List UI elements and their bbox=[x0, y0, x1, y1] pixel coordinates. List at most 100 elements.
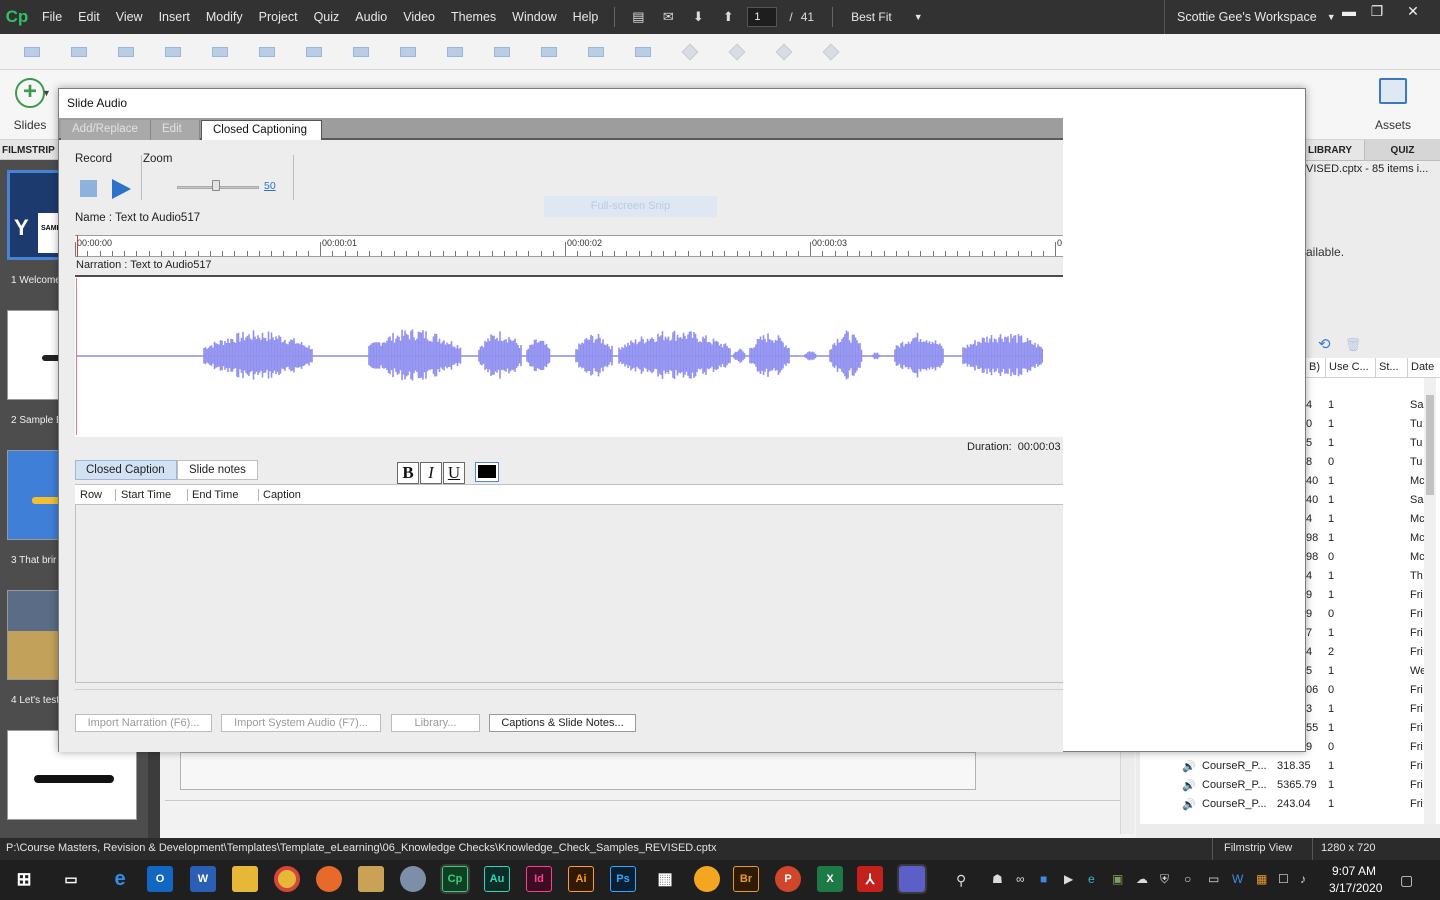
tab-library[interactable]: LIBRARY bbox=[1306, 140, 1364, 160]
clock-time[interactable]: 9:07 AM bbox=[1332, 864, 1376, 878]
file-explorer-icon[interactable] bbox=[232, 866, 258, 892]
menu-edit[interactable]: Edit bbox=[70, 10, 108, 24]
menu-window[interactable]: Window bbox=[504, 10, 564, 24]
menu-insert[interactable]: Insert bbox=[151, 10, 198, 24]
clock-date[interactable]: 3/17/2020 bbox=[1329, 881, 1382, 895]
bridge-icon[interactable]: Br bbox=[733, 866, 759, 892]
menu-themes[interactable]: Themes bbox=[443, 10, 504, 24]
indesign-icon[interactable]: Id bbox=[526, 866, 552, 892]
workspace-switcher[interactable]: Scottie Gee's Workspace ▼ bbox=[1164, 0, 1336, 34]
menu-modify[interactable]: Modify bbox=[198, 10, 251, 24]
playhead-marker[interactable] bbox=[77, 235, 78, 257]
restore-button[interactable]: ❐ bbox=[1362, 0, 1392, 22]
playhead-line[interactable] bbox=[76, 278, 77, 435]
table-row[interactable]: 🔊 CourseR_P... 318.35 1 Fri bbox=[1140, 758, 1424, 777]
page-number-input[interactable] bbox=[747, 7, 778, 27]
column-start-time[interactable]: Start Time bbox=[121, 489, 171, 501]
captions-slide-notes-button[interactable]: Captions & Slide Notes... bbox=[489, 714, 636, 732]
align-left-icon[interactable] bbox=[21, 42, 43, 62]
subtab-slide-notes[interactable]: Slide notes bbox=[177, 460, 258, 480]
zoom-fit-select[interactable]: Best Fit ▼ bbox=[851, 10, 923, 24]
play-button[interactable] bbox=[112, 179, 131, 199]
subtab-closed-caption[interactable]: Closed Caption bbox=[75, 460, 177, 480]
arrow-up-icon[interactable]: ⬆ bbox=[719, 9, 737, 24]
firefox-icon[interactable] bbox=[316, 866, 342, 892]
waveform-canvas[interactable] bbox=[76, 278, 1044, 435]
photoshop-icon[interactable]: Ps bbox=[610, 866, 636, 892]
italic-button[interactable]: I bbox=[420, 462, 442, 484]
timeline-ruler[interactable]: 00:00:00 00:00:01 00:00:02 00:00:03 0 bbox=[75, 235, 1063, 257]
assets-button[interactable]: Assets bbox=[1366, 78, 1420, 136]
tray-volume-icon[interactable]: ♪ bbox=[1300, 872, 1306, 886]
import-narration-button[interactable]: Import Narration (F6)... bbox=[75, 714, 212, 732]
menu-quiz[interactable]: Quiz bbox=[306, 10, 348, 24]
library-scroll-thumb[interactable] bbox=[1426, 395, 1434, 495]
resize-icon[interactable] bbox=[632, 42, 654, 62]
column-size[interactable]: B) bbox=[1306, 358, 1326, 377]
align-right-icon[interactable] bbox=[115, 42, 137, 62]
table-row[interactable]: 🔊 CourseR_P... 243.04 1 Fri bbox=[1140, 796, 1424, 815]
acrobat-icon[interactable]: ⅄ bbox=[857, 866, 883, 892]
zoom-value[interactable]: 50 bbox=[264, 180, 276, 192]
tray-link-icon[interactable]: ∞ bbox=[1016, 872, 1025, 886]
column-use-count[interactable]: Use C... bbox=[1326, 358, 1376, 377]
tray-edge-icon[interactable]: e bbox=[1088, 872, 1095, 886]
menu-view[interactable]: View bbox=[108, 10, 151, 24]
menu-audio[interactable]: Audio bbox=[347, 10, 395, 24]
trash-icon[interactable]: 🗑 bbox=[1345, 337, 1362, 352]
stop-button[interactable] bbox=[80, 180, 97, 197]
calculator-icon[interactable]: ▦ bbox=[652, 866, 678, 892]
outlook-icon[interactable]: O bbox=[147, 866, 173, 892]
windows-start-icon[interactable]: ⊞ bbox=[11, 866, 37, 892]
underline-button[interactable]: U bbox=[443, 462, 465, 484]
edge-icon[interactable]: e bbox=[107, 866, 133, 892]
powerpoint-icon[interactable]: P bbox=[775, 866, 801, 892]
chrome-icon[interactable] bbox=[274, 866, 300, 892]
menu-video[interactable]: Video bbox=[395, 10, 443, 24]
word-icon[interactable]: W bbox=[190, 866, 216, 892]
align-center-icon[interactable] bbox=[68, 42, 90, 62]
audition-icon[interactable]: Au bbox=[484, 866, 510, 892]
column-end-time[interactable]: End Time bbox=[192, 489, 238, 501]
chevron-down-icon[interactable]: ▼ bbox=[42, 88, 51, 98]
tab-add-replace[interactable]: Add/Replace bbox=[61, 120, 151, 140]
distribute-horizontal-icon[interactable] bbox=[303, 42, 325, 62]
tray-cloud-icon[interactable]: ☁ bbox=[1136, 872, 1148, 886]
zoom-slider-thumb[interactable] bbox=[212, 180, 220, 191]
column-date[interactable]: Date bbox=[1408, 358, 1440, 377]
tab-closed-captioning[interactable]: Closed Captioning bbox=[201, 120, 322, 142]
distribute-vertical-icon[interactable] bbox=[350, 42, 372, 62]
library-button[interactable]: Library... bbox=[391, 714, 480, 732]
align-middle-icon[interactable] bbox=[209, 42, 231, 62]
column-caption[interactable]: Caption bbox=[263, 489, 301, 501]
menu-help[interactable]: Help bbox=[565, 10, 607, 24]
same-size-icon[interactable] bbox=[491, 42, 513, 62]
illustrator-icon[interactable]: Ai bbox=[568, 866, 594, 892]
minimize-button[interactable]: ▬ bbox=[1334, 0, 1364, 22]
mail-icon[interactable]: ✉ bbox=[659, 9, 677, 24]
stage-scrollbar[interactable] bbox=[1120, 752, 1134, 834]
tab-quiz[interactable]: QUIZ bbox=[1364, 140, 1440, 160]
same-height-icon[interactable] bbox=[444, 42, 466, 62]
align-bottom-icon[interactable] bbox=[256, 42, 278, 62]
column-row[interactable]: Row bbox=[80, 489, 102, 501]
tray-search-icon[interactable]: ○ bbox=[1184, 872, 1191, 886]
tray-shield-icon[interactable]: ⛨ bbox=[1160, 872, 1169, 887]
import-system-audio-button[interactable]: Import System Audio (F7)... bbox=[221, 714, 381, 732]
align-top-icon[interactable] bbox=[162, 42, 184, 62]
menu-file[interactable]: File bbox=[34, 10, 70, 24]
bring-front-icon[interactable] bbox=[679, 42, 701, 62]
menu-project[interactable]: Project bbox=[251, 10, 306, 24]
media-player-icon[interactable] bbox=[358, 866, 384, 892]
arrow-down-icon[interactable]: ⬇ bbox=[689, 9, 707, 24]
excel-icon[interactable]: X bbox=[817, 866, 843, 892]
bold-button[interactable]: B bbox=[397, 462, 419, 484]
tray-drive-icon[interactable]: ▭ bbox=[1208, 872, 1219, 886]
captivate-taskbar-icon[interactable]: Cp bbox=[440, 864, 470, 894]
tray-teams-icon[interactable]: ☗ bbox=[992, 872, 1003, 886]
teams-icon[interactable] bbox=[897, 864, 927, 894]
caption-list[interactable] bbox=[75, 505, 1063, 683]
bring-forward-icon[interactable] bbox=[726, 42, 748, 62]
center-vertical-icon[interactable] bbox=[585, 42, 607, 62]
tray-adobe-icon[interactable]: ▦ bbox=[1256, 872, 1267, 886]
